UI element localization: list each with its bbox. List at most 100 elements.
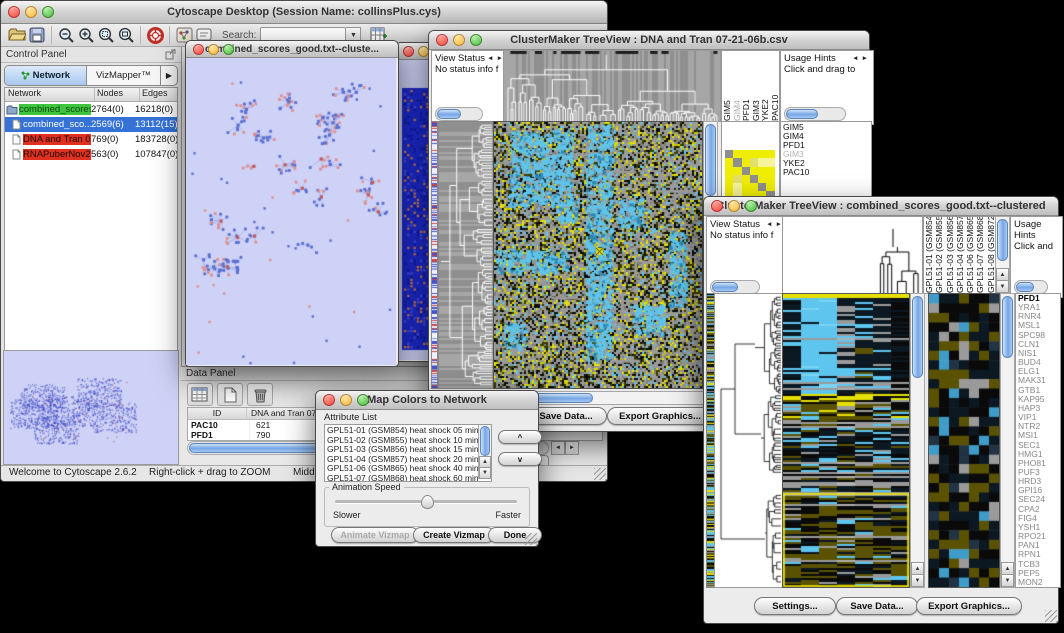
matrix-cell[interactable] xyxy=(742,167,750,175)
column-labels-vscrollbar[interactable]: ▲ ▼ xyxy=(995,216,1010,294)
network-list-row[interactable]: RNAPuberNov2+!563(0)107847(0) xyxy=(5,147,177,162)
minimize-icon[interactable] xyxy=(340,394,352,406)
scroll-down-icon[interactable]: ▼ xyxy=(911,574,924,587)
column-label[interactable]: GIM3 xyxy=(751,51,761,121)
close-icon[interactable] xyxy=(8,6,20,18)
tab-vizmapper[interactable]: VizMapper™ xyxy=(87,66,161,85)
global-overview-strip[interactable] xyxy=(431,121,438,389)
col-header-network[interactable]: Network xyxy=(5,88,95,101)
treeview2-titlebar[interactable]: ClusterMaker TreeView : combined_scores_… xyxy=(704,197,1058,216)
zoom-window-icon[interactable] xyxy=(357,394,369,406)
scroll-down-icon[interactable]: ▼ xyxy=(996,280,1009,293)
delete-attribute-icon[interactable] xyxy=(247,383,273,406)
close-icon[interactable] xyxy=(323,394,335,406)
matrix-cell[interactable] xyxy=(742,150,750,158)
network-list-row[interactable]: DNA and Tran 07769(0)183728(0) xyxy=(5,132,177,147)
gene-label[interactable]: PAC10 xyxy=(783,168,869,177)
animate-vizmap-button[interactable]: Animate Vizmap xyxy=(331,527,419,543)
zoom-vscrollbar[interactable]: ▲ ▼ xyxy=(1000,293,1015,588)
close-icon[interactable] xyxy=(711,200,723,212)
matrix-cell[interactable] xyxy=(725,167,733,175)
zoom-in-icon[interactable] xyxy=(76,26,96,45)
matrix-cell[interactable] xyxy=(725,150,733,158)
zoom-heatmap-canvas[interactable] xyxy=(928,293,1000,588)
matrix-cell[interactable] xyxy=(766,167,774,175)
matrix-cell[interactable] xyxy=(758,158,766,166)
column-dendrogram[interactable] xyxy=(503,50,721,122)
column-label[interactable]: GIM5 xyxy=(722,51,732,121)
save-icon[interactable] xyxy=(27,26,47,45)
column-label[interactable]: GIM4 xyxy=(732,51,742,121)
scroll-right-icon[interactable]: ► xyxy=(565,441,579,455)
dialog-resize-grip[interactable] xyxy=(525,533,537,545)
zoom-window-icon[interactable] xyxy=(745,200,757,212)
matrix-cell[interactable] xyxy=(725,158,733,166)
matrix-cell[interactable] xyxy=(758,175,766,183)
matrix-cell[interactable] xyxy=(766,175,774,183)
row-dendrogram[interactable] xyxy=(714,293,783,588)
matrix-cell[interactable] xyxy=(766,150,774,158)
settings-button[interactable]: Settings... xyxy=(754,597,836,615)
zoom-matrix[interactable] xyxy=(725,150,775,200)
matrix-cell[interactable] xyxy=(750,167,758,175)
matrix-cell[interactable] xyxy=(758,150,766,158)
minimize-icon[interactable] xyxy=(208,44,219,55)
dialog-titlebar[interactable]: Map Colors to Network xyxy=(316,391,538,410)
network-list-row[interactable]: combined_sco...2569(6)13112(15) xyxy=(5,117,177,132)
zoom-out-icon[interactable] xyxy=(56,26,76,45)
window-resize-grip[interactable] xyxy=(1045,610,1057,622)
view-status-scrollbar[interactable] xyxy=(435,107,483,121)
column-label[interactable]: GPL51-03 (GSM856) xyxy=(945,217,955,293)
matrix-cell[interactable] xyxy=(733,158,741,166)
matrix-cell[interactable] xyxy=(758,167,766,175)
close-icon[interactable] xyxy=(436,34,448,46)
attribute-matrix-icon[interactable] xyxy=(187,383,213,406)
zoom-window-icon[interactable] xyxy=(470,34,482,46)
tab-network[interactable]: Network xyxy=(5,66,87,85)
zoom-selected-icon[interactable] xyxy=(96,26,116,45)
col-header-edges[interactable]: Edges xyxy=(140,88,177,101)
open-folder-icon[interactable] xyxy=(7,26,27,45)
help-lifering-icon[interactable] xyxy=(145,26,165,45)
matrix-cell[interactable] xyxy=(733,175,741,183)
scroll-down-icon[interactable]: ▼ xyxy=(1001,574,1014,587)
view-status-scrollbar[interactable] xyxy=(710,280,760,294)
main-titlebar[interactable]: Cytoscape Desktop (Session Name: collins… xyxy=(1,1,607,24)
column-label[interactable]: PAC10 xyxy=(770,51,780,121)
zoom-window-icon[interactable] xyxy=(42,6,54,18)
network-overview-canvas[interactable] xyxy=(3,350,179,465)
close-icon[interactable] xyxy=(403,46,414,57)
column-label[interactable]: GPL51-06 (GSM865) xyxy=(965,217,975,293)
matrix-cell[interactable] xyxy=(750,158,758,166)
new-attribute-icon[interactable] xyxy=(217,383,243,406)
matrix-cell[interactable] xyxy=(766,158,774,166)
gene-label[interactable]: MON2 xyxy=(1018,578,1058,587)
tab-overflow-arrow[interactable]: ▶ xyxy=(161,66,177,85)
scroll-left-icon[interactable]: ◄ xyxy=(551,441,565,455)
treeview1-titlebar[interactable]: ClusterMaker TreeView : DNA and Tran 07-… xyxy=(429,31,869,50)
column-label[interactable]: GPL51-04 (GSM857) xyxy=(955,217,965,293)
matrix-cell[interactable] xyxy=(725,175,733,183)
zoom-fit-icon[interactable] xyxy=(116,26,136,45)
attribute-listbox[interactable]: GPL51-01 (GSM854) heat shock 05 minGPL51… xyxy=(324,424,492,482)
matrix-cell[interactable] xyxy=(742,158,750,166)
heatmap-canvas[interactable] xyxy=(493,121,703,389)
minimize-icon[interactable] xyxy=(453,34,465,46)
matrix-cell[interactable] xyxy=(758,183,766,191)
matrix-cell[interactable] xyxy=(725,183,733,191)
column-dendrogram[interactable] xyxy=(782,216,923,294)
export-graphics-button[interactable]: Export Graphics... xyxy=(916,597,1022,615)
window-resize-grip[interactable] xyxy=(594,468,606,480)
heatmap-vscrollbar[interactable]: ▲ ▼ xyxy=(910,293,925,588)
matrix-cell[interactable] xyxy=(750,175,758,183)
matrix-cell[interactable] xyxy=(733,150,741,158)
usage-hints-scrollbar[interactable] xyxy=(784,107,846,121)
scroll-down-icon[interactable]: ▼ xyxy=(479,467,491,479)
matrix-cell[interactable] xyxy=(750,183,758,191)
minimize-icon[interactable] xyxy=(25,6,37,18)
heatmap-canvas[interactable] xyxy=(782,293,910,588)
create-vizmap-button[interactable]: Create Vizmap xyxy=(413,527,495,543)
matrix-cell[interactable] xyxy=(742,175,750,183)
animation-speed-slider[interactable] xyxy=(335,500,517,504)
save-data-button[interactable]: Save Data... xyxy=(836,597,918,615)
